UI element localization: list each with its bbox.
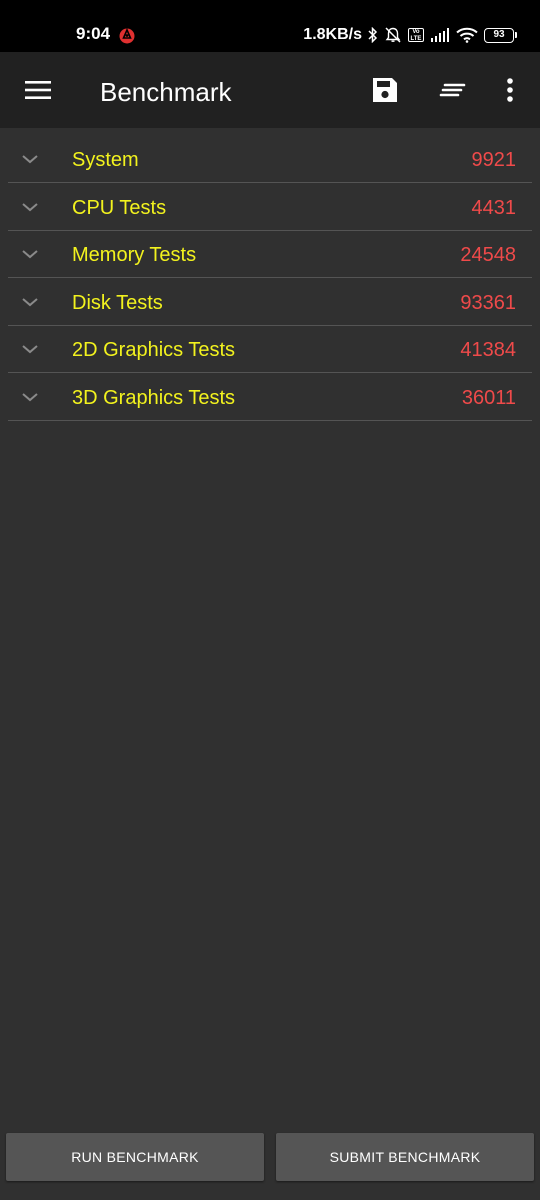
chevron-down-icon xyxy=(22,202,38,211)
app-bar: Benchmark xyxy=(0,52,540,128)
app-notification-icon xyxy=(119,28,135,44)
sort-icon[interactable] xyxy=(436,74,468,106)
result-score: 9921 xyxy=(471,149,517,171)
signal-icon xyxy=(431,28,449,42)
bluetooth-icon xyxy=(368,27,378,43)
notifications-off-icon xyxy=(385,27,401,43)
wifi-icon xyxy=(456,27,478,43)
battery-icon: 93 xyxy=(484,27,517,43)
result-row-system[interactable]: System 9921 xyxy=(8,136,532,183)
run-benchmark-button[interactable]: RUN BENCHMARK xyxy=(6,1133,264,1181)
result-row-disk-tests[interactable]: Disk Tests 93361 xyxy=(8,279,532,326)
result-label: CPU Tests xyxy=(72,196,167,219)
result-row-memory-tests[interactable]: Memory Tests 24548 xyxy=(8,231,532,278)
menu-icon[interactable] xyxy=(22,76,54,104)
volte-icon: Vo LTE xyxy=(408,28,424,42)
benchmark-result-list: System 9921 CPU Tests 4431 Memory Tests … xyxy=(8,136,532,421)
status-bar: 9:04 1.8KB/s Vo LTE 93 xyxy=(0,0,540,52)
submit-benchmark-button[interactable]: SUBMIT BENCHMARK xyxy=(276,1133,534,1181)
result-row-3d-graphics-tests[interactable]: 3D Graphics Tests 36011 xyxy=(8,374,532,421)
result-label: System xyxy=(72,149,139,171)
result-score: 41384 xyxy=(460,339,516,361)
chevron-down-icon xyxy=(22,155,38,164)
save-icon[interactable] xyxy=(369,74,401,106)
status-time: 9:04 xyxy=(76,24,111,43)
chevron-down-icon xyxy=(22,297,38,306)
result-score: 4431 xyxy=(471,196,517,219)
result-label: Memory Tests xyxy=(72,244,197,266)
result-label: 3D Graphics Tests xyxy=(72,386,236,409)
status-icons: 1.8KB/s Vo LTE 93 xyxy=(303,24,517,46)
page-title: Benchmark xyxy=(100,77,232,107)
result-score: 93361 xyxy=(460,291,516,314)
result-row-2d-graphics-tests[interactable]: 2D Graphics Tests 41384 xyxy=(8,326,532,373)
result-row-cpu-tests[interactable]: CPU Tests 4431 xyxy=(8,184,532,231)
benchmark-screen: 9:04 1.8KB/s Vo LTE 93 Benchmark System … xyxy=(0,0,540,1200)
more-vert-icon[interactable] xyxy=(494,74,526,106)
result-score: 24548 xyxy=(460,244,516,266)
result-label: 2D Graphics Tests xyxy=(72,339,236,361)
chevron-down-icon xyxy=(22,250,38,259)
chevron-down-icon xyxy=(22,392,38,401)
chevron-down-icon xyxy=(22,345,38,354)
network-speed: 1.8KB/s xyxy=(303,26,362,43)
result-score: 36011 xyxy=(461,386,516,409)
result-label: Disk Tests xyxy=(72,291,163,314)
